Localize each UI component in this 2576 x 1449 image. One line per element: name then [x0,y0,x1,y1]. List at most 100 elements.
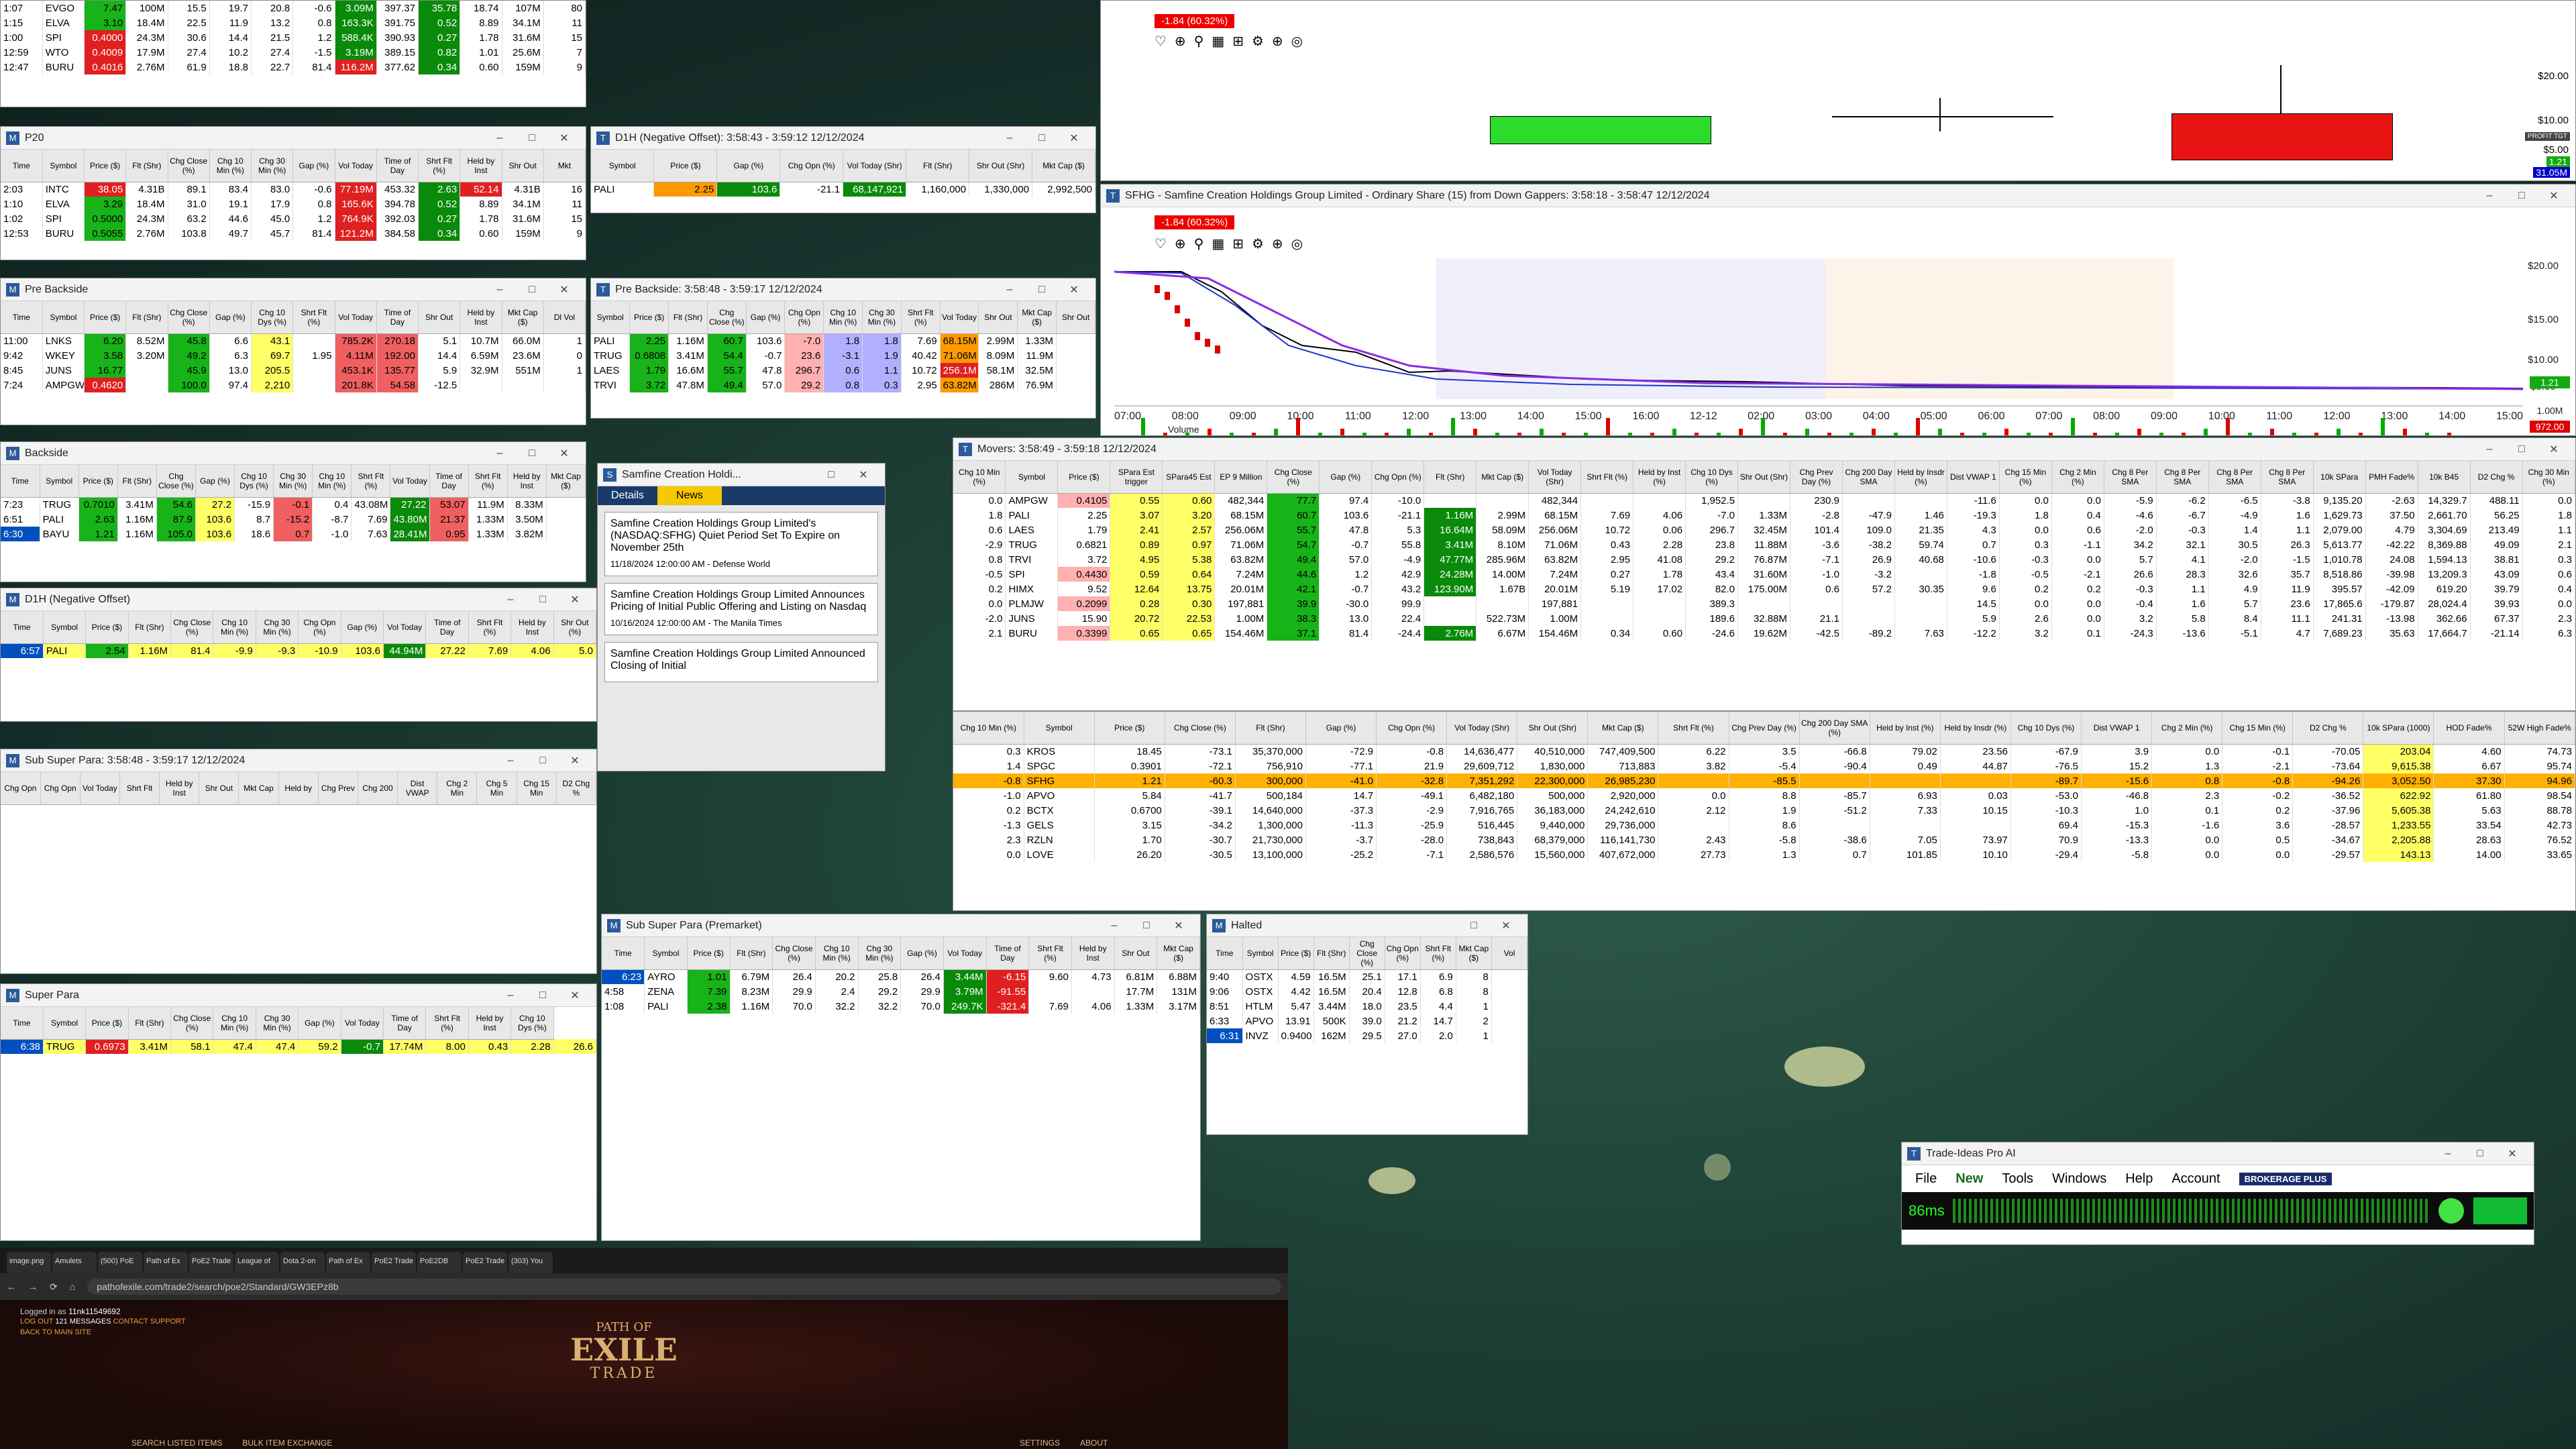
column-header[interactable]: Held by Inst [460,150,502,182]
column-header[interactable]: Chg Opn (%) [298,611,341,644]
column-header[interactable]: Chg 8 Per SMA [2208,461,2261,494]
news-headline[interactable]: Samfine Creation Holdings Group Limited'… [610,518,872,554]
news-headline[interactable]: Samfine Creation Holdings Group Limited … [610,589,872,613]
column-header[interactable]: EP 9 Million [1214,461,1268,494]
column-header[interactable]: Symbol [1242,937,1279,970]
column-header[interactable]: Chg Opn (%) [1376,712,1448,745]
column-header[interactable]: Held by Insdr (%) [1894,461,1947,494]
pb2-titlebar[interactable]: T Pre Backside: 3:58:48 - 3:59:17 12/12/2… [591,278,1095,301]
column-header[interactable]: Symbol [42,150,85,182]
column-header[interactable]: Vol Today (Shr) [1528,461,1582,494]
column-header[interactable]: Gap (%) [209,301,252,334]
browser-tab[interactable]: Dota 2-on [280,1252,325,1273]
column-header[interactable]: Vol [1491,937,1527,970]
column-header[interactable]: Shrt Flt (%) [1658,712,1729,745]
column-header[interactable]: Chg Close (%) [156,465,196,498]
table-row[interactable]: 2.3 RZLN 1.70 -30.7 21,730,000 -3.7 -28.0 738,8… [953,833,2575,847]
maximize-button[interactable]: □ [1026,284,1058,296]
table-row[interactable]: 8:45 JUNS 16.77 45.9 13.0 205.5 453.1K 135.77 5.… [1,363,586,378]
column-header[interactable]: Chg 15 Min [517,772,557,805]
minimize-button[interactable]: – [2473,443,2506,455]
d1h2-titlebar[interactable]: T D1H (Negative Offset): 3:58:43 - 3:59:1… [591,127,1095,150]
column-header[interactable]: Symbol [40,465,79,498]
table-row[interactable]: 0.0 AMPGW 0.4105 0.55 0.60 482,344 77.7 97.4 -10… [953,493,2575,508]
home-icon[interactable]: ⌂ [70,1281,75,1292]
table-row[interactable]: 11:00 LNKS 6.20 8.52M 45.8 6.6 43.1 785.2K 270.1… [1,333,586,348]
column-header[interactable]: Price ($) [84,301,127,334]
column-header[interactable]: Chg 2 Min (%) [2151,712,2223,745]
column-header[interactable]: Time [1,150,43,182]
address-bar[interactable]: pathofexile.com/trade2/search/poe2/Stand… [87,1279,1281,1295]
tab-news[interactable]: News [657,486,722,505]
column-header[interactable]: Shr Out [199,772,239,805]
column-header[interactable]: Flt (Shr) [730,937,773,970]
column-header[interactable]: Held by Inst (%) [1633,461,1686,494]
table-row[interactable]: 0.2 BCTX 0.6700 -39.1 14,640,000 -37.3 -2.9 7,9… [953,803,2575,818]
column-header[interactable]: Symbol [1024,712,1095,745]
column-header[interactable]: Chg Close (%) [1349,937,1385,970]
column-header[interactable]: Symbol [591,150,655,182]
table-row[interactable]: 6:30 BAYU 1.21 1.16M 105.0 103.6 18.6 0.7 -1.0 7.… [1,527,586,541]
column-header[interactable]: Mkt Cap ($) [1032,150,1095,182]
reload-icon[interactable]: ⟳ [50,1281,58,1293]
column-header[interactable]: Chg 30 Min (%) [256,1007,299,1040]
backside-titlebar[interactable]: M Backside – □ ✕ [1,442,586,465]
column-header[interactable]: Chg Close (%) [772,937,816,970]
minimize-button[interactable]: – [494,594,527,606]
column-header[interactable]: Flt (Shr) [1424,461,1477,494]
news-headline[interactable]: Samfine Creation Holdings Group Limited … [610,648,872,672]
minimize-button[interactable]: – [484,284,516,296]
column-header[interactable]: SPara45 Est [1162,461,1216,494]
column-header[interactable]: Shr Out [418,301,461,334]
maximize-button[interactable]: □ [1130,920,1163,932]
about-button[interactable]: ABOUT [1080,1438,1108,1448]
close-button[interactable]: ✕ [1163,919,1195,932]
table-row[interactable]: PALI 2.25 1.16M 60.7 103.6 -7.0 1.8 1.8 7.69 68.1… [591,333,1095,348]
forward-icon[interactable]: → [28,1281,38,1292]
menu-tools[interactable]: Tools [2002,1171,2033,1187]
table-row[interactable]: 1:10 ELVA 3.29 18.4M 31.0 19.1 17.9 0.8 165.6K 39… [1,197,586,211]
pre-backside-titlebar[interactable]: M Pre Backside – □ ✕ [1,278,586,301]
column-header[interactable]: Held by Inst [1071,937,1115,970]
column-header[interactable]: Symbol [1005,461,1059,494]
column-header[interactable]: Chg Opn (%) [1371,461,1425,494]
column-header[interactable]: Shrt Flt (%) [1580,461,1634,494]
column-header[interactable]: D2 Chg % [2470,461,2523,494]
ti-titlebar[interactable]: T Trade-Ideas Pro AI – □ ✕ [1902,1142,2534,1165]
column-header[interactable]: Chg 2 Min [437,772,478,805]
column-header[interactable]: Gap (%) [900,937,944,970]
minimize-button[interactable]: – [484,447,516,460]
table-row[interactable]: 0.0 LOVE 26.20 -30.5 13,100,000 -25.2 -7.1 2,58… [953,847,2575,862]
column-header[interactable]: Shrt Flt (%) [292,301,335,334]
maximize-button[interactable]: □ [527,989,559,1002]
column-header[interactable]: Vol Today [335,150,377,182]
contact-link[interactable]: CONTACT SUPPORT [113,1318,186,1326]
column-header[interactable]: Chg Close (%) [170,1007,214,1040]
column-header[interactable]: Chg 10 Dys (%) [251,301,294,334]
table-row[interactable]: TRUG 0.6808 3.41M 54.4 -0.7 23.6 -3.1 1.9 40.42 7… [591,348,1095,363]
menu-help[interactable]: Help [2125,1171,2153,1187]
column-header[interactable]: Symbol [591,301,631,334]
username[interactable]: 11nk11549692 [68,1307,121,1316]
column-header[interactable]: Gap (%) [1319,461,1373,494]
column-header[interactable]: Held by Inst [460,301,502,334]
column-header[interactable]: Vol Today (Shr) [843,150,907,182]
column-header[interactable]: Vol Today [390,465,430,498]
column-header[interactable]: Chg 15 Min (%) [2222,712,2294,745]
sfhg-titlebar[interactable]: T SFHG - Samfine Creation Holdings Group … [1101,184,2575,207]
minimize-button[interactable]: – [2432,1148,2464,1160]
column-header[interactable]: Chg 10 Min (%) [209,150,252,182]
column-header[interactable]: SPara Est trigger [1110,461,1163,494]
column-header[interactable]: Shr Out (Shr) [1737,461,1790,494]
table-row[interactable]: 0.8 TRVI 3.72 4.95 5.38 63.82M 49.4 57.0 -4.9 47.… [953,552,2575,567]
column-header[interactable]: Chg 30 Min (%) [858,937,902,970]
column-header[interactable]: Shr Out (Shr) [1517,712,1589,745]
column-header[interactable]: Mkt Cap ($) [502,301,544,334]
column-header[interactable]: Price ($) [687,937,731,970]
column-header[interactable]: Price ($) [1278,937,1314,970]
column-header[interactable]: Gap (%) [1305,712,1377,745]
menu-new[interactable]: New [1955,1171,1983,1187]
column-header[interactable]: Chg Opn [1,772,41,805]
column-header[interactable]: D2 Chg % [2292,712,2364,745]
column-header[interactable]: Chg 200 [358,772,398,805]
